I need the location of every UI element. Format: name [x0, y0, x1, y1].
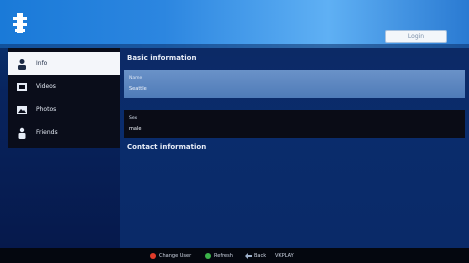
header-bar: Login: [0, 0, 469, 48]
green-button-icon: [205, 252, 211, 259]
sidebar-item-photos[interactable]: Photos: [8, 98, 120, 121]
sidebar-item-label: Info: [36, 60, 48, 67]
contact-info-title: Contact information: [127, 143, 207, 151]
field-sex[interactable]: Sex male: [124, 110, 465, 138]
hint-brand: VKPLAY: [275, 251, 294, 260]
field-name[interactable]: Name Seattle: [124, 70, 465, 98]
app-logo-icon: [13, 13, 27, 33]
hint-label: VKPLAY: [275, 252, 294, 259]
hint-back[interactable]: Back: [245, 251, 266, 260]
sidebar-item-videos[interactable]: Videos: [8, 75, 120, 98]
person-icon: [18, 58, 26, 70]
sidebar: Info Videos Photos Friends: [8, 48, 120, 148]
hint-refresh[interactable]: Refresh: [205, 251, 233, 260]
back-arrow-icon: [245, 252, 252, 259]
field-value: Seattle: [129, 86, 147, 92]
main-panel: Basic information Name Seattle Sex male …: [120, 48, 469, 248]
hint-change-user[interactable]: Change User: [150, 251, 191, 260]
bottom-hint-bar: Change User Refresh Back VKPLAY: [0, 248, 469, 263]
sidebar-item-friends[interactable]: Friends: [8, 121, 120, 144]
basic-info-title: Basic information: [127, 54, 197, 62]
photo-icon: [17, 105, 27, 114]
hint-label: Change User: [159, 252, 192, 259]
sidebar-item-info[interactable]: Info: [8, 52, 120, 75]
sidebar-item-label: Photos: [36, 106, 57, 113]
friends-icon: [18, 127, 26, 139]
field-value: male: [129, 126, 142, 132]
field-label: Sex: [129, 116, 138, 121]
red-button-icon: [150, 252, 156, 259]
sidebar-item-label: Videos: [36, 83, 56, 90]
hint-label: Back: [254, 252, 267, 259]
app-screen: Login Info Videos Photos Friends Basic i…: [0, 0, 469, 263]
hint-label: Refresh: [214, 252, 233, 259]
sidebar-item-label: Friends: [36, 129, 58, 136]
field-label: Name: [129, 76, 143, 81]
video-icon: [17, 82, 27, 91]
login-button[interactable]: Login: [385, 30, 447, 43]
